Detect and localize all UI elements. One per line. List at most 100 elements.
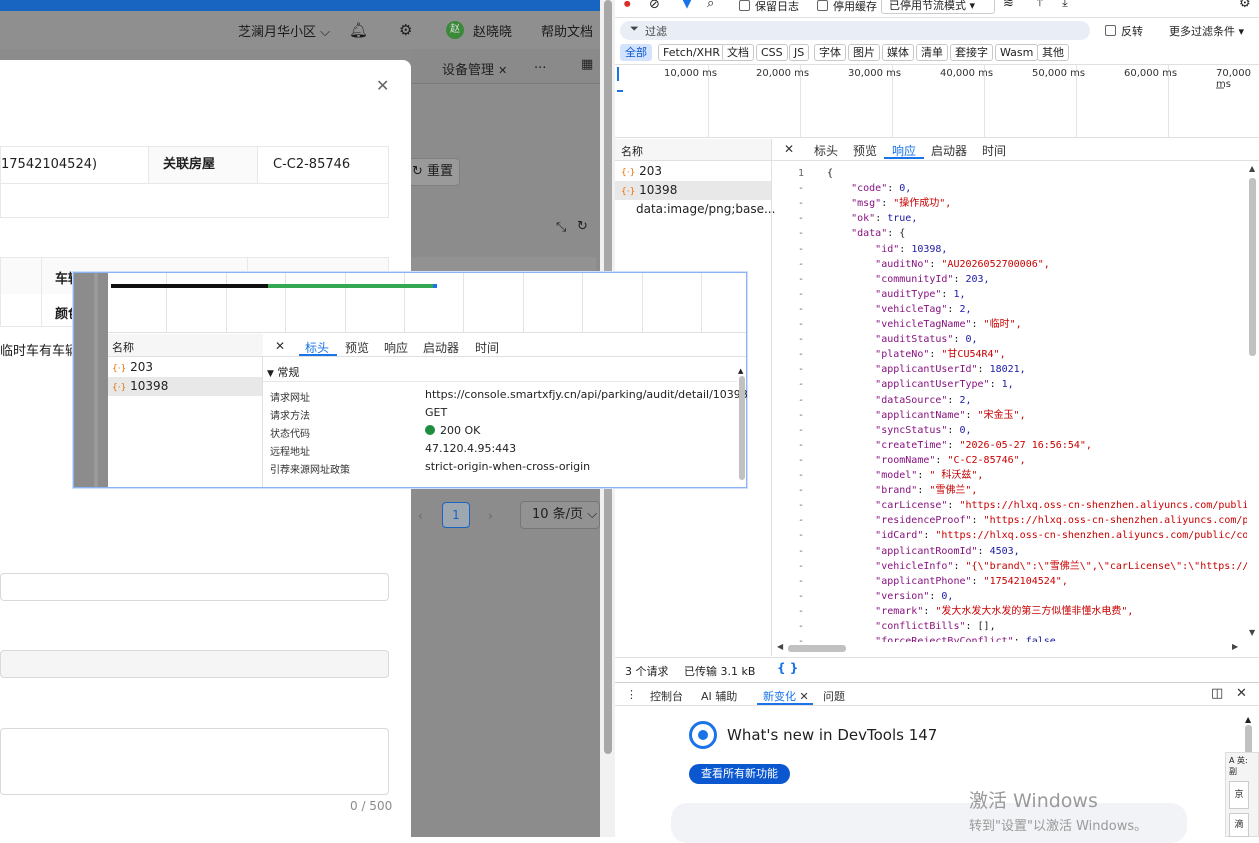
type-image[interactable]: 图片 — [848, 44, 880, 61]
type-media[interactable]: 媒体 — [882, 44, 914, 61]
scrollbar-thumb[interactable] — [739, 376, 745, 480]
overlay-request-list: 名称 {·} 203 {·} 10398 — [108, 334, 263, 487]
type-other[interactable]: 其他 — [1037, 44, 1069, 61]
scroll-right-icon[interactable]: ▶ — [1232, 642, 1238, 651]
reset-button[interactable]: ↻ 重置 — [405, 158, 460, 186]
tab-more-button[interactable]: ... — [534, 57, 546, 72]
help-link[interactable]: 帮助文档 — [541, 21, 593, 40]
request-row[interactable]: {·} 203 — [615, 162, 771, 181]
type-document[interactable]: 文档 — [722, 44, 754, 61]
code-text: "applicantRoomId": 4503, — [875, 545, 1020, 557]
more-filters-button[interactable]: 更多过滤条件 ▾ — [1169, 23, 1244, 39]
type-all[interactable]: 全部 — [620, 44, 652, 61]
request-row[interactable]: {·} 203 — [108, 358, 262, 377]
drawer-menu-icon[interactable]: ⋮ — [626, 688, 637, 701]
response-scrollbar[interactable]: ▲ ▼ — [1247, 162, 1259, 642]
scroll-down-icon[interactable]: ▼ — [1249, 628, 1255, 637]
clear-icon[interactable]: ⊘ — [649, 0, 660, 12]
scrollbar-thumb[interactable] — [1245, 725, 1252, 755]
response-body[interactable]: 1 {- "code": 0, - "msg": "操作成功", - "ok": tr… — [772, 162, 1247, 642]
response-hscrollbar[interactable]: ◀ ▶ — [772, 642, 1247, 656]
network-overview-timeline[interactable]: 10,000 ms 20,000 ms 30,000 ms 40,000 ms … — [615, 64, 1259, 138]
filter-icon[interactable]: ▼ — [682, 0, 692, 11]
type-css[interactable]: CSS — [756, 44, 788, 61]
next-page-icon[interactable]: › — [488, 509, 493, 523]
grid-icon[interactable]: ▦ — [581, 57, 593, 72]
tab-ai-assist[interactable]: AI 辅助 — [701, 688, 737, 704]
tab-initiator[interactable]: 启动器 — [423, 339, 459, 356]
tab-preview[interactable]: 预览 — [853, 142, 877, 159]
gear-icon[interactable]: ⚙ — [399, 21, 412, 39]
ime-button[interactable]: 京 — [1229, 781, 1249, 809]
name-column-header[interactable]: 名称 — [108, 334, 263, 357]
request-row-selected[interactable]: {·} 10398 — [108, 377, 262, 396]
page-size-select[interactable]: 10 条/页 ⌵ — [520, 501, 600, 529]
tab-issues[interactable]: 问题 — [823, 688, 845, 704]
dock-icon[interactable]: ◫ — [1211, 686, 1223, 701]
see-all-features-button[interactable]: 查看所有新功能 — [689, 764, 790, 784]
tab-whats-new[interactable]: 新变化 ✕ — [763, 688, 809, 704]
scrollbar-thumb[interactable] — [1249, 178, 1256, 356]
invert-checkbox[interactable] — [1105, 25, 1116, 36]
prev-page-icon[interactable]: ‹ — [418, 509, 423, 523]
tab-timing[interactable]: 时间 — [475, 339, 499, 356]
type-font[interactable]: 字体 — [814, 44, 846, 61]
scroll-left-icon[interactable]: ◀ — [777, 642, 783, 651]
user-name[interactable]: 赵晓晓 — [473, 21, 512, 40]
search-icon[interactable]: ⌕ — [707, 0, 714, 11]
bell-icon[interactable]: 🔔︎ — [349, 21, 368, 39]
download-icon[interactable]: ⤓ — [1062, 0, 1068, 10]
scroll-up-icon[interactable]: ▲ — [738, 367, 743, 375]
floating-network-panel[interactable]: 名称 {·} 203 {·} 10398 ✕ 标头 预览 响应 启动器 时间 ▼… — [73, 272, 748, 488]
remark-textarea[interactable] — [0, 728, 389, 795]
tab-device-management[interactable]: 设备管理 ✕ — [442, 59, 507, 78]
record-icon[interactable]: ⏺ — [624, 0, 631, 12]
ime-button[interactable]: 滴 — [1229, 813, 1249, 837]
hscrollbar-thumb[interactable] — [788, 645, 846, 652]
text-input[interactable] — [0, 573, 389, 601]
name-column-header[interactable]: 名称 — [615, 139, 771, 161]
general-section-header[interactable]: ▼ 常规 — [263, 358, 737, 382]
community-selector[interactable]: 芝澜月华小区 ⌵ — [238, 21, 330, 40]
type-wasm[interactable]: Wasm — [995, 44, 1039, 61]
tab-timing[interactable]: 时间 — [982, 142, 1006, 159]
upload-icon[interactable]: ⤒ — [1037, 0, 1043, 10]
type-manifest[interactable]: 清单 — [916, 44, 948, 61]
reset-label: 重置 — [427, 164, 454, 179]
tab-response[interactable]: 响应 — [384, 339, 408, 356]
filter-input[interactable]: ⏷ 过滤 — [620, 21, 1090, 40]
preserve-log-checkbox[interactable] — [739, 0, 750, 11]
request-row[interactable]: data:image/png;base... — [615, 200, 775, 219]
close-drawer-icon[interactable]: ✕ — [1236, 686, 1247, 701]
settings-icon[interactable]: ⚙ — [1239, 0, 1251, 11]
throttle-select[interactable]: 已停用节流模式 ▾ — [881, 0, 995, 14]
close-icon[interactable]: ✕ — [498, 64, 507, 77]
avatar[interactable]: 赵 — [446, 21, 464, 39]
tab-headers[interactable]: 标头 — [814, 142, 838, 159]
ime-toolbar[interactable]: A 英: 副 京 滴 — [1225, 752, 1259, 837]
pretty-print-icon[interactable]: { } — [777, 661, 798, 675]
code-text: "applicantUserId": 18021, — [875, 364, 1026, 376]
wifi-icon[interactable]: ≋ — [1003, 0, 1014, 11]
tab-preview[interactable]: 预览 — [345, 339, 369, 356]
close-icon[interactable]: ✕ — [800, 690, 809, 703]
overlay-scrollbar[interactable]: ▲ — [738, 362, 746, 486]
preserve-log-label: 保留日志 — [755, 0, 799, 13]
fullscreen-icon[interactable]: ⤡ — [556, 220, 566, 235]
page-size-label: 10 条/页 — [532, 507, 584, 522]
close-icon[interactable]: ✕ — [376, 76, 389, 95]
scroll-up-icon[interactable]: ▲ — [1249, 164, 1255, 173]
request-row-selected[interactable]: {·} 10398 — [615, 181, 771, 200]
disable-cache-checkbox[interactable] — [817, 0, 828, 11]
reload-icon[interactable]: ↻ — [577, 219, 588, 234]
type-js[interactable]: JS — [789, 44, 810, 61]
tab-console[interactable]: 控制台 — [650, 688, 683, 704]
type-socket[interactable]: 套接字 — [950, 44, 993, 61]
scroll-up-icon[interactable]: ▲ — [1245, 715, 1251, 724]
close-detail-icon[interactable]: ✕ — [784, 142, 794, 156]
overlay-timeline[interactable] — [108, 273, 746, 333]
page-1-button[interactable]: 1 — [442, 502, 470, 528]
type-fetch-xhr[interactable]: Fetch/XHR — [658, 44, 725, 61]
tab-initiator[interactable]: 启动器 — [931, 142, 967, 159]
close-detail-icon[interactable]: ✕ — [275, 339, 285, 353]
